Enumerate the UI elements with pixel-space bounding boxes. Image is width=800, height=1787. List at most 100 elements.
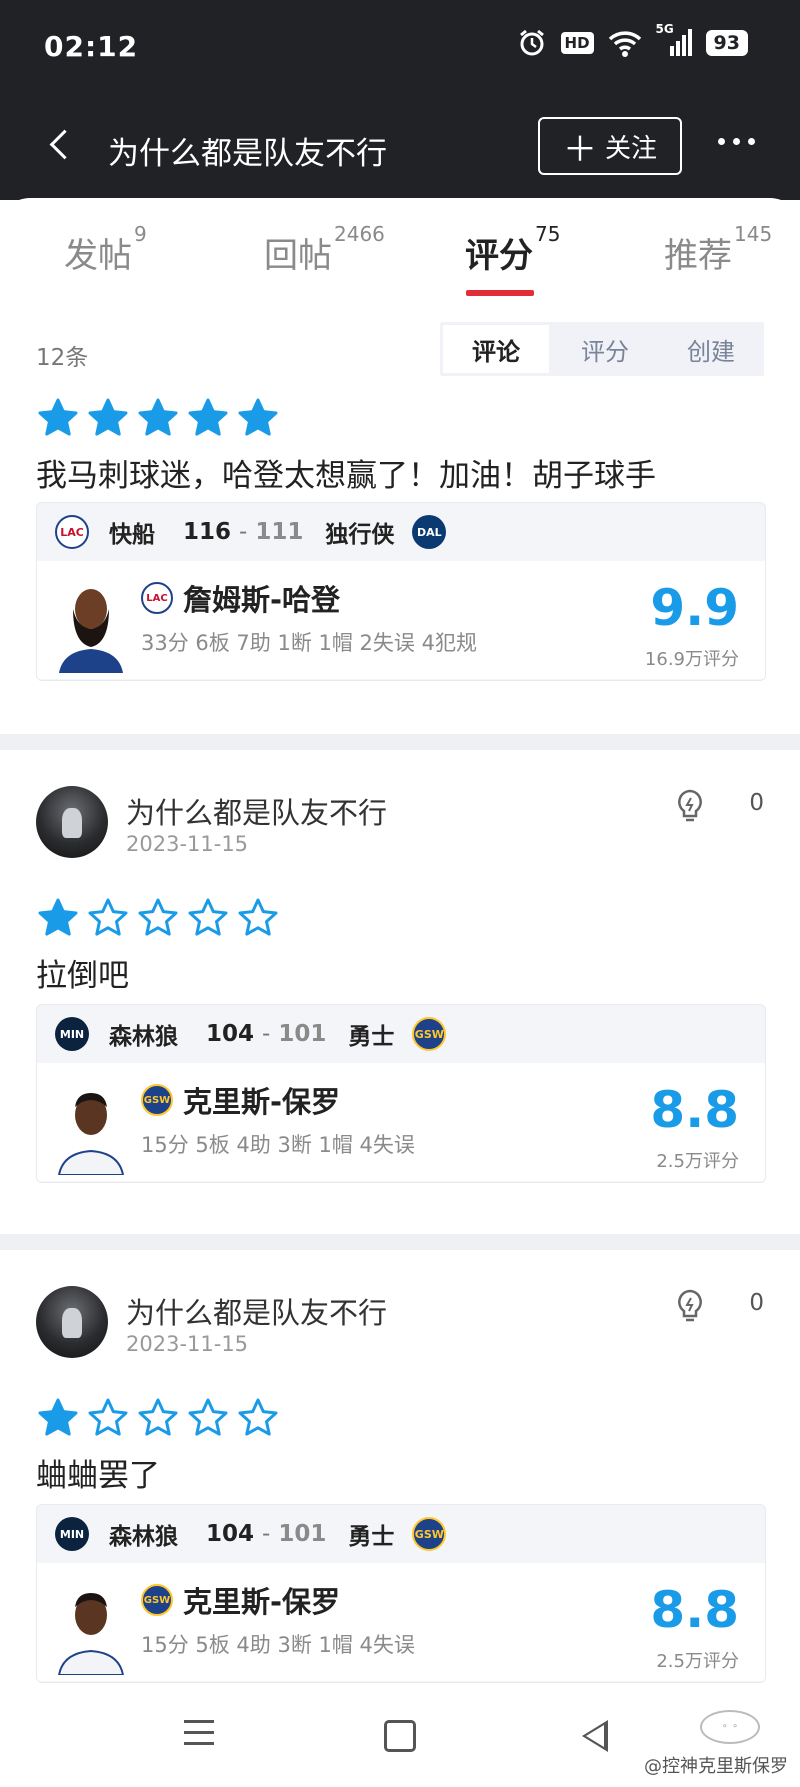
home-nav-button[interactable]: [384, 1720, 416, 1752]
system-nav-bar: ⚬ ⚬ @控神克里斯保罗: [0, 1690, 800, 1787]
back-button[interactable]: [44, 126, 80, 162]
player-photo: [55, 579, 127, 673]
game-score-header: MIN 森林狼 104 - 101 勇士 GSW: [37, 1505, 765, 1563]
avatar[interactable]: [36, 1286, 108, 1358]
watermark-text: @控神克里斯保罗: [644, 1756, 788, 1777]
home-team-name: 快船: [109, 522, 155, 548]
tab-recommend[interactable]: 推荐145: [664, 222, 772, 277]
away-score: 101: [278, 1521, 327, 1547]
lightbulb-icon[interactable]: [674, 1288, 706, 1324]
follow-button[interactable]: ＋ 关注: [538, 117, 682, 175]
game-card[interactable]: MIN 森林狼 104 - 101 勇士 GSW GSW 克里斯-保罗 15分 …: [36, 1504, 766, 1683]
player-rating-row[interactable]: GSW 克里斯-保罗 15分 5板 4助 3断 1帽 4失误 8.8 2.5万评…: [37, 1063, 765, 1181]
home-team-name: 森林狼: [109, 1024, 178, 1050]
player-photo: [55, 1081, 127, 1175]
star-rating: [38, 398, 278, 438]
star-empty-icon: [188, 898, 228, 936]
game-score-header: MIN 森林狼 104 - 101 勇士 GSW: [37, 1005, 765, 1063]
alarm-icon: [519, 29, 544, 56]
segment-rating[interactable]: 评分: [552, 322, 658, 376]
rating-count: 2.5万评分: [656, 1651, 739, 1672]
team-logo-icon: LAC: [141, 582, 173, 614]
review-text: 蛐蛐罢了: [36, 1458, 160, 1494]
away-team-name: 独行侠: [325, 522, 395, 548]
plus-icon: ＋: [562, 129, 597, 170]
review-user-row: 为什么都是队友不行 2023-11-15 0: [36, 786, 764, 862]
review-text: 拉倒吧: [36, 958, 129, 994]
team-logo-icon: GSW: [412, 1517, 447, 1551]
profile-tabs: 发帖9 回帖2466 评分75 推荐145: [0, 198, 800, 298]
star-filled-icon: [38, 398, 78, 436]
status-bar: 02:12 HD 5G 93: [0, 0, 800, 90]
home-score: 116: [183, 519, 232, 545]
avatar[interactable]: [36, 786, 108, 858]
section-divider: [0, 1234, 800, 1250]
star-filled-icon: [38, 898, 78, 936]
player-name: GSW 克里斯-保罗: [141, 1079, 340, 1121]
player-stats: 15分 5板 4助 3断 1帽 4失误: [141, 1633, 415, 1657]
star-empty-icon: [238, 1398, 278, 1436]
like-count: 0: [749, 1290, 764, 1316]
player-rating: 8.8: [650, 1581, 739, 1639]
home-score: 104: [206, 1521, 255, 1547]
team-logo-icon: GSW: [412, 1017, 447, 1051]
star-filled-icon: [38, 1398, 78, 1436]
segment-comment[interactable]: 评论: [443, 325, 549, 373]
player-rating: 9.9: [650, 579, 739, 637]
away-team-name: 勇士: [348, 1024, 395, 1050]
section-divider: [0, 734, 800, 750]
page-title: 为什么都是队友不行: [108, 136, 387, 172]
rating-count: 16.9万评分: [644, 649, 739, 670]
star-filled-icon: [188, 398, 228, 436]
home-team-name: 森林狼: [109, 1524, 178, 1550]
home-score: 104: [206, 1021, 255, 1047]
star-filled-icon: [88, 398, 128, 436]
watermark-logo: ⚬ ⚬: [700, 1710, 760, 1744]
star-empty-icon: [88, 898, 128, 936]
tab-posts[interactable]: 发帖9: [64, 222, 147, 277]
star-empty-icon: [88, 1398, 128, 1436]
game-card[interactable]: MIN 森林狼 104 - 101 勇士 GSW GSW 克里斯-保罗 15分 …: [36, 1004, 766, 1183]
player-rating-row[interactable]: GSW 克里斯-保罗 15分 5板 4助 3断 1帽 4失误 8.8 2.5万评…: [37, 1563, 765, 1681]
active-tab-indicator: [466, 290, 534, 296]
player-name: GSW 克里斯-保罗: [141, 1579, 340, 1621]
game-card[interactable]: LAC 快船 116 - 111 独行侠 DAL LAC 詹姆斯-哈登 33分 …: [36, 502, 766, 681]
segment-created[interactable]: 创建: [658, 322, 764, 376]
review-user-row: 为什么都是队友不行 2023-11-15 0: [36, 1286, 764, 1362]
player-rating-row[interactable]: LAC 詹姆斯-哈登 33分 6板 7助 1断 1帽 2失误 4犯规 9.9 1…: [37, 561, 765, 679]
status-icons: HD 5G 93: [517, 22, 748, 58]
star-filled-icon: [238, 398, 278, 436]
tab-ratings[interactable]: 评分75: [465, 222, 560, 277]
item-count: 12条: [36, 345, 89, 371]
player-rating: 8.8: [650, 1081, 739, 1139]
battery-indicator: 93: [705, 30, 748, 56]
star-empty-icon: [138, 898, 178, 936]
player-stats: 15分 5板 4助 3断 1帽 4失误: [141, 1133, 415, 1157]
star-rating: [38, 898, 278, 938]
team-logo-icon: GSW: [141, 1084, 173, 1116]
review-text: 我马刺球迷，哈登太想赢了！加油！胡子球手: [36, 458, 656, 494]
rating-count: 2.5万评分: [656, 1151, 739, 1172]
tab-replies[interactable]: 回帖2466: [264, 222, 385, 277]
user-name[interactable]: 为什么都是队友不行: [126, 790, 387, 832]
star-empty-icon: [238, 898, 278, 936]
user-name[interactable]: 为什么都是队友不行: [126, 1290, 387, 1332]
menu-nav-button[interactable]: [184, 1720, 214, 1753]
away-team-name: 勇士: [348, 1524, 395, 1550]
star-empty-icon: [188, 1398, 228, 1436]
back-nav-button[interactable]: [582, 1720, 608, 1752]
team-logo-icon: LAC: [55, 515, 89, 549]
review-date: 2023-11-15: [126, 832, 249, 856]
sort-segmented-control: 评论 评分 创建: [440, 322, 764, 376]
player-name: LAC 詹姆斯-哈登: [141, 577, 340, 619]
content-area: 发帖9 回帖2466 评分75 推荐145 12条 评论 评分 创建 我马刺球迷…: [0, 198, 800, 1698]
player-stats: 33分 6板 7助 1断 1帽 2失误 4犯规: [141, 631, 477, 655]
team-logo-icon: GSW: [141, 1584, 173, 1616]
like-count: 0: [749, 790, 764, 816]
review-date: 2023-11-15: [126, 1332, 249, 1356]
lightbulb-icon[interactable]: [674, 788, 706, 824]
top-nav: 为什么都是队友不行 ＋ 关注: [0, 90, 800, 200]
more-menu-button[interactable]: [718, 138, 755, 145]
team-logo-icon: MIN: [55, 1517, 89, 1551]
star-empty-icon: [138, 1398, 178, 1436]
